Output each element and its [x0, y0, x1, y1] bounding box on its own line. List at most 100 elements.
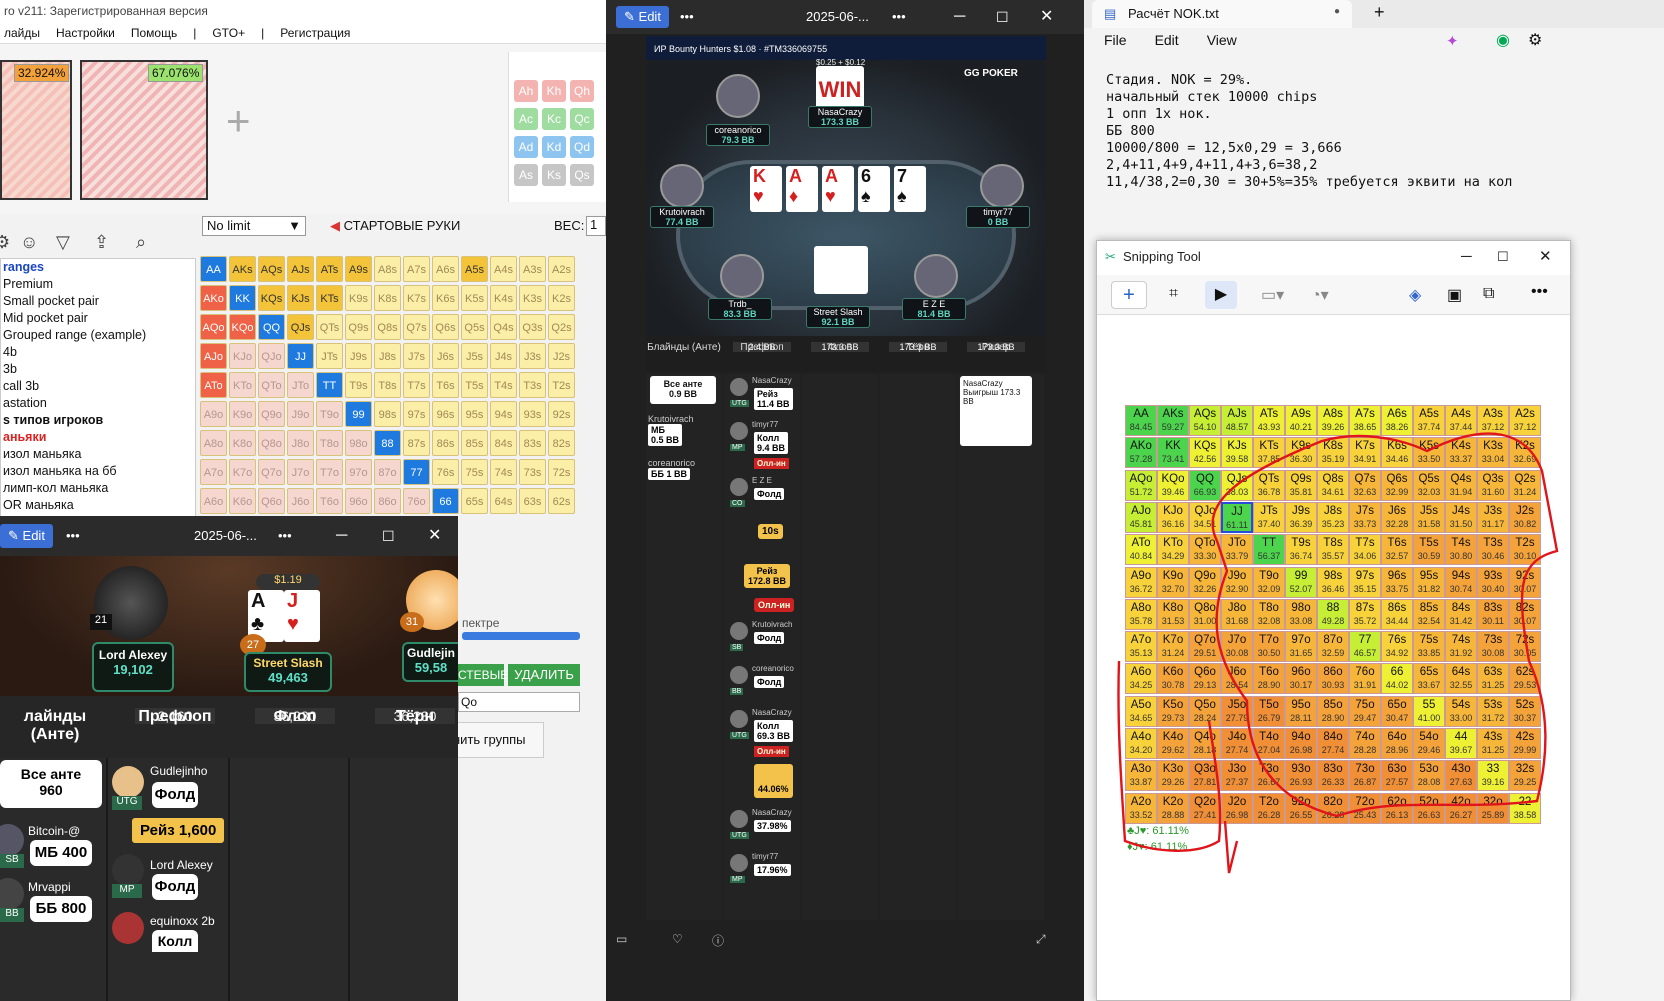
suit-card-button[interactable]: Kh — [542, 80, 566, 102]
hand-cell[interactable]: KQo — [229, 314, 256, 340]
more-icon-2[interactable]: ••• — [278, 516, 292, 556]
menu-item[interactable]: Edit — [1155, 32, 1179, 48]
suit-card-button[interactable]: Qh — [570, 80, 594, 102]
maximize-icon[interactable]: ☐ — [382, 516, 395, 556]
hand-cell[interactable]: Q9o — [258, 401, 285, 427]
export-icon[interactable]: ⇪ — [94, 232, 109, 253]
hand-cell[interactable]: J5s — [461, 343, 488, 369]
gear-icon[interactable]: ⚙ — [1528, 30, 1542, 50]
hand-cell[interactable]: AKs — [229, 256, 256, 282]
hand-cell[interactable]: 98s — [374, 401, 401, 427]
hand-cell[interactable]: QTo — [258, 372, 285, 398]
menu-item[interactable]: Помощь — [131, 26, 177, 40]
hand-cell[interactable]: 99 — [345, 401, 372, 427]
edit-button[interactable]: ✎ Edit — [616, 6, 669, 28]
more-icon[interactable]: ••• — [66, 516, 80, 556]
menu-item[interactable]: лайды — [4, 26, 40, 40]
hand-cell[interactable]: 75s — [461, 459, 488, 485]
user-icon[interactable]: ☺ — [20, 232, 38, 253]
hand-cell[interactable]: Q5s — [461, 314, 488, 340]
tree-item[interactable]: изол маньяка на бб — [3, 463, 195, 480]
hand-cell[interactable]: QJs — [287, 314, 314, 340]
menu-item[interactable]: View — [1207, 32, 1237, 48]
hand-cell[interactable]: 94s — [490, 401, 517, 427]
hand-cell[interactable]: T4s — [490, 372, 517, 398]
hand-cell[interactable]: Q9s — [345, 314, 372, 340]
suit-card-button[interactable]: Kd — [542, 136, 566, 158]
hand-cell[interactable]: J7s — [403, 343, 430, 369]
suit-card-button[interactable]: Ah — [514, 80, 538, 102]
hand-cell[interactable]: K6s — [432, 285, 459, 311]
tree-item[interactable]: call 3b — [3, 378, 195, 395]
hand-cell[interactable]: KK — [229, 285, 256, 311]
minimize-icon[interactable]: ─ — [954, 0, 965, 34]
hand-cell[interactable]: KJs — [287, 285, 314, 311]
hand-cell[interactable]: A8o — [200, 430, 227, 456]
limit-select[interactable]: No limit ▼ — [202, 216, 306, 236]
new-tab-icon[interactable]: + — [1374, 2, 1385, 23]
hand-cell[interactable]: 93s — [519, 401, 546, 427]
hand-cell[interactable]: 72s — [548, 459, 575, 485]
maximize-icon[interactable]: ☐ — [996, 0, 1009, 34]
hand-cell[interactable]: Q7s — [403, 314, 430, 340]
suit-card-button[interactable]: Qs — [570, 164, 594, 186]
tree-item[interactable]: лимп-кол маньяка — [3, 480, 195, 497]
hand-cell[interactable]: AJs — [287, 256, 314, 282]
tree-item[interactable]: Grouped range (example) — [3, 327, 195, 344]
hand-cell[interactable]: A9s — [345, 256, 372, 282]
tree-item[interactable]: astation — [3, 395, 195, 412]
hand-cell[interactable]: K7s — [403, 285, 430, 311]
hand-cell[interactable]: 62s — [548, 488, 575, 514]
notepad-text[interactable]: Стадия. NOK = 29%. начальный стек 10000 c… — [1106, 72, 1512, 191]
hand-cell[interactable]: QQ — [258, 314, 285, 340]
hand-cell[interactable]: KTs — [316, 285, 343, 311]
hand-cell[interactable]: T6o — [316, 488, 343, 514]
hand-cell[interactable]: AA — [200, 256, 227, 282]
tree-item[interactable]: изол маньяка — [3, 446, 195, 463]
hand-cell[interactable]: 87s — [403, 430, 430, 456]
hand-cell[interactable]: 97s — [403, 401, 430, 427]
hand-cell[interactable]: JTo — [287, 372, 314, 398]
hand-cell[interactable]: Q4s — [490, 314, 517, 340]
hand-cell[interactable]: J8o — [287, 430, 314, 456]
hand-cell[interactable]: A7s — [403, 256, 430, 282]
add-range-icon[interactable]: + — [226, 100, 251, 142]
hand-cell[interactable]: 74s — [490, 459, 517, 485]
hand-cell[interactable]: T9o — [316, 401, 343, 427]
account-icon[interactable]: ◉ — [1496, 30, 1510, 50]
hand-cell[interactable]: K8o — [229, 430, 256, 456]
hand-cell[interactable]: J9s — [345, 343, 372, 369]
hand-cell[interactable]: Q2s — [548, 314, 575, 340]
hand-cell[interactable]: T9s — [345, 372, 372, 398]
info-icon[interactable]: ⓘ — [712, 932, 724, 949]
hand-cell[interactable]: K4s — [490, 285, 517, 311]
search-icon[interactable]: ⌕ — [136, 232, 146, 253]
close-icon[interactable]: ✕ — [428, 516, 441, 556]
fullscreen-icon[interactable]: ⤢ — [1036, 932, 1046, 947]
hand-cell[interactable]: QTs — [316, 314, 343, 340]
hand-cell[interactable]: A6o — [200, 488, 227, 514]
tree-item[interactable]: Premium — [3, 276, 195, 293]
hand-cell[interactable]: K6o — [229, 488, 256, 514]
tree-item[interactable]: 4b — [3, 344, 195, 361]
suit-card-button[interactable]: Kc — [542, 108, 566, 130]
hand-cell[interactable]: 63s — [519, 488, 546, 514]
hand-cell[interactable]: A6s — [432, 256, 459, 282]
hand-cell[interactable]: T8s — [374, 372, 401, 398]
hand-cell[interactable]: 84s — [490, 430, 517, 456]
tree-item[interactable]: аньяки — [3, 429, 195, 446]
more-icon-2[interactable]: ••• — [892, 0, 906, 34]
hand-cell[interactable]: 86s — [432, 430, 459, 456]
hand-cell[interactable]: J4s — [490, 343, 517, 369]
edit-button[interactable]: ✎ Edit — [0, 524, 53, 548]
hand-cell[interactable]: T6s — [432, 372, 459, 398]
hand-cell[interactable]: K9o — [229, 401, 256, 427]
hand-cell[interactable]: 92s — [548, 401, 575, 427]
hand-cell[interactable]: 77 — [403, 459, 430, 485]
hand-cell[interactable]: A4s — [490, 256, 517, 282]
range-name-input[interactable]: Qo — [458, 692, 580, 712]
suit-card-button[interactable]: Ad — [514, 136, 538, 158]
hand-cell[interactable]: K3s — [519, 285, 546, 311]
hand-cell[interactable]: J2s — [548, 343, 575, 369]
menu-item[interactable]: GTO+ — [212, 26, 245, 40]
